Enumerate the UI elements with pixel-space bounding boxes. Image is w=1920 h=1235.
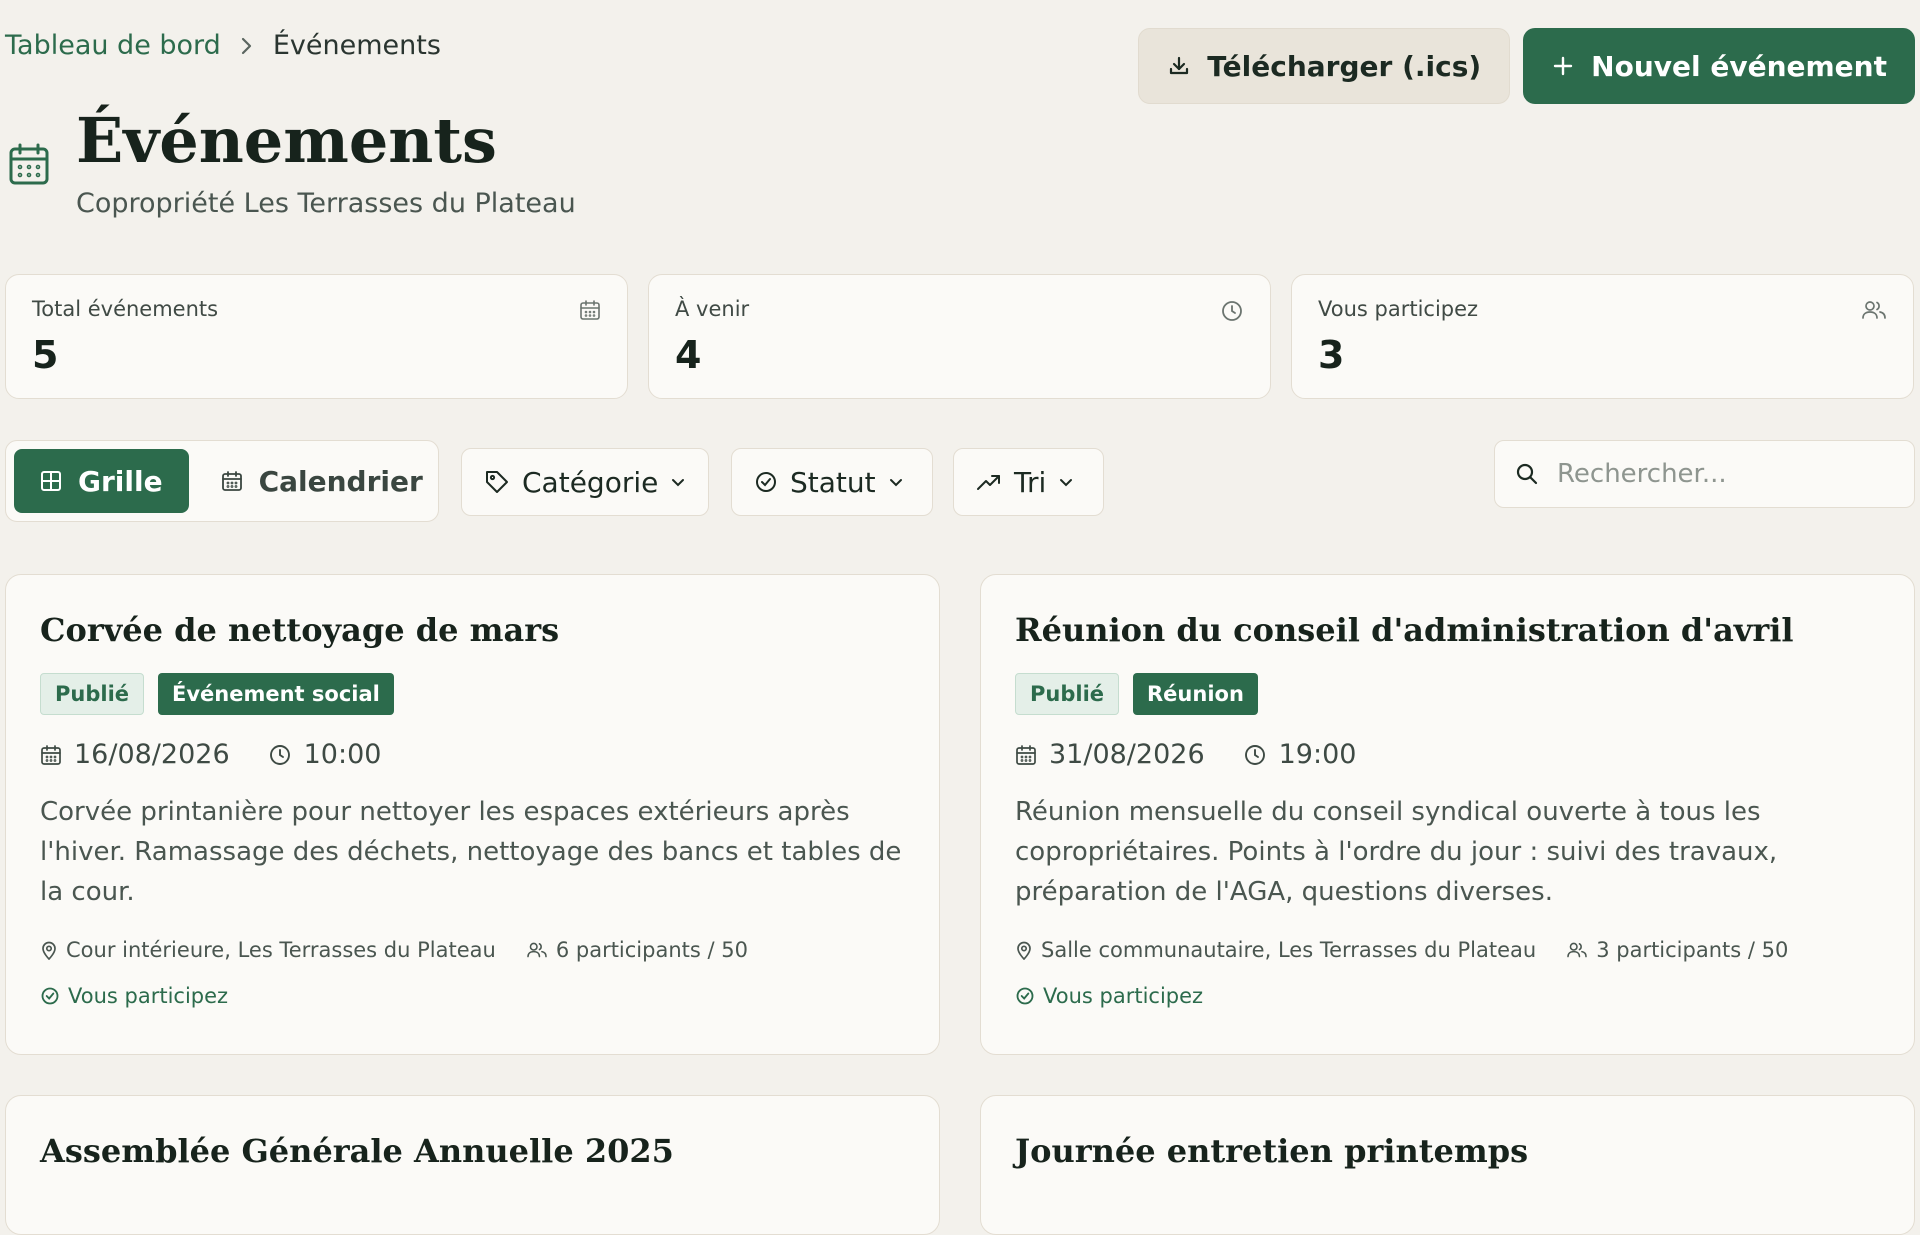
chevron-down-icon bbox=[888, 474, 904, 490]
participating-indicator: Vous participez bbox=[1015, 984, 1880, 1008]
view-grid-label: Grille bbox=[78, 464, 163, 498]
breadcrumb: Tableau de bord Événements bbox=[5, 30, 441, 61]
status-badge: Publié bbox=[40, 673, 145, 715]
page-header: Événements Copropriété Les Terrasses du … bbox=[8, 104, 576, 219]
event-card[interactable]: Assemblée Générale Annuelle 2025 bbox=[5, 1095, 940, 1235]
tag-icon bbox=[484, 469, 510, 495]
event-description: Réunion mensuelle du conseil syndical ou… bbox=[1015, 797, 1778, 907]
event-card[interactable]: Réunion du conseil d'administration d'av… bbox=[980, 574, 1915, 1055]
download-ics-label: Télécharger (.ics) bbox=[1207, 49, 1482, 83]
calendar-icon bbox=[1015, 744, 1037, 766]
category-badge: Événement social bbox=[158, 673, 394, 715]
calendar-icon bbox=[221, 470, 243, 492]
search-input[interactable] bbox=[1557, 459, 1887, 489]
sort-filter-label: Tri bbox=[1014, 465, 1047, 499]
stat-value: 4 bbox=[675, 333, 702, 377]
event-description: Corvée printanière pour nettoyer les esp… bbox=[40, 797, 902, 907]
event-title[interactable]: Réunion du conseil d'administration d'av… bbox=[1015, 611, 1880, 649]
calendar-icon bbox=[8, 142, 50, 186]
stat-label: À venir bbox=[675, 297, 750, 321]
event-meta: Cour intérieure, Les Terrasses du Platea… bbox=[40, 938, 905, 962]
event-title[interactable]: Journée entretien printemps bbox=[1015, 1132, 1880, 1170]
event-badges: Publié Réunion bbox=[1015, 673, 1880, 715]
stat-card-upcoming: À venir 4 bbox=[648, 274, 1271, 399]
event-participants: 6 participants / 50 bbox=[555, 938, 748, 962]
event-time: 10:00 bbox=[303, 739, 382, 770]
category-filter-label: Catégorie bbox=[522, 465, 659, 499]
view-grid-button[interactable]: Grille bbox=[14, 449, 189, 513]
clock-icon bbox=[1220, 299, 1244, 323]
clock-icon bbox=[268, 743, 292, 767]
breadcrumb-current: Événements bbox=[272, 30, 441, 61]
map-pin-icon bbox=[40, 940, 58, 960]
event-location: Salle communautaire, Les Terrasses du Pl… bbox=[1041, 938, 1537, 962]
status-badge: Publié bbox=[1015, 673, 1120, 715]
stat-card-total: Total événements 5 bbox=[5, 274, 628, 399]
stats-row: Total événements 5 À venir 4 Vous partic… bbox=[5, 274, 1914, 399]
event-card[interactable]: Journée entretien printemps bbox=[980, 1095, 1915, 1235]
users-icon bbox=[1861, 299, 1887, 321]
event-datetime: 16/08/2026 10:00 bbox=[40, 739, 905, 770]
sort-filter[interactable]: Tri bbox=[953, 448, 1104, 516]
breadcrumb-dashboard-link[interactable]: Tableau de bord bbox=[5, 30, 221, 61]
view-toggle: Grille Calendrier bbox=[5, 440, 439, 522]
event-meta: Salle communautaire, Les Terrasses du Pl… bbox=[1015, 938, 1880, 962]
check-circle-icon bbox=[754, 470, 778, 494]
grid-icon bbox=[40, 470, 62, 492]
page-subtitle: Copropriété Les Terrasses du Plateau bbox=[76, 188, 576, 219]
search-box bbox=[1494, 440, 1915, 508]
users-icon bbox=[1566, 941, 1588, 959]
calendar-icon bbox=[579, 299, 601, 321]
participating-label: Vous participez bbox=[1043, 984, 1204, 1008]
toolbar: Grille Calendrier Catégorie Statut Tri R… bbox=[5, 440, 1915, 522]
category-badge: Réunion bbox=[1133, 673, 1258, 715]
event-location: Cour intérieure, Les Terrasses du Platea… bbox=[66, 938, 496, 962]
event-title[interactable]: Assemblée Générale Annuelle 2025 bbox=[40, 1132, 905, 1170]
participating-indicator: Vous participez bbox=[40, 984, 905, 1008]
event-card[interactable]: Corvée de nettoyage de mars Publié Événe… bbox=[5, 574, 940, 1055]
event-datetime: 31/08/2026 19:00 bbox=[1015, 739, 1880, 770]
stat-label: Total événements bbox=[32, 297, 219, 321]
users-icon bbox=[526, 941, 548, 959]
clock-icon bbox=[1243, 743, 1267, 767]
chevron-down-icon bbox=[1058, 474, 1074, 490]
stat-label: Vous participez bbox=[1318, 297, 1479, 321]
map-pin-icon bbox=[1015, 940, 1033, 960]
stat-value: 3 bbox=[1318, 333, 1345, 377]
event-time: 19:00 bbox=[1278, 739, 1357, 770]
view-calendar-label: Calendrier bbox=[258, 464, 423, 498]
chevron-down-icon bbox=[670, 474, 686, 490]
event-date: 31/08/2026 bbox=[1049, 739, 1205, 770]
download-ics-button[interactable]: Télécharger (.ics) bbox=[1138, 28, 1511, 104]
participating-label: Vous participez bbox=[68, 984, 229, 1008]
event-participants: 3 participants / 50 bbox=[1596, 938, 1789, 962]
trending-up-icon bbox=[976, 471, 1002, 493]
event-title[interactable]: Corvée de nettoyage de mars bbox=[40, 611, 905, 649]
event-date: 16/08/2026 bbox=[74, 739, 230, 770]
header-actions: Télécharger (.ics) Nouvel événement bbox=[1138, 28, 1915, 104]
check-circle-icon bbox=[40, 986, 60, 1006]
page-title: Événements bbox=[76, 104, 497, 177]
stat-value: 5 bbox=[32, 333, 59, 377]
calendar-icon bbox=[40, 744, 62, 766]
status-filter[interactable]: Statut bbox=[731, 448, 933, 516]
view-calendar-button[interactable]: Calendrier bbox=[195, 449, 449, 513]
category-filter[interactable]: Catégorie bbox=[461, 448, 709, 516]
check-circle-icon bbox=[1015, 986, 1035, 1006]
new-event-label: Nouvel événement bbox=[1591, 49, 1887, 83]
download-icon bbox=[1167, 54, 1191, 78]
search-icon bbox=[1515, 462, 1539, 486]
status-filter-label: Statut bbox=[790, 465, 876, 499]
new-event-button[interactable]: Nouvel événement bbox=[1523, 28, 1915, 104]
plus-icon bbox=[1551, 54, 1575, 78]
stat-card-participating: Vous participez 3 bbox=[1291, 274, 1914, 399]
chevron-right-icon bbox=[239, 35, 255, 57]
event-badges: Publié Événement social bbox=[40, 673, 905, 715]
